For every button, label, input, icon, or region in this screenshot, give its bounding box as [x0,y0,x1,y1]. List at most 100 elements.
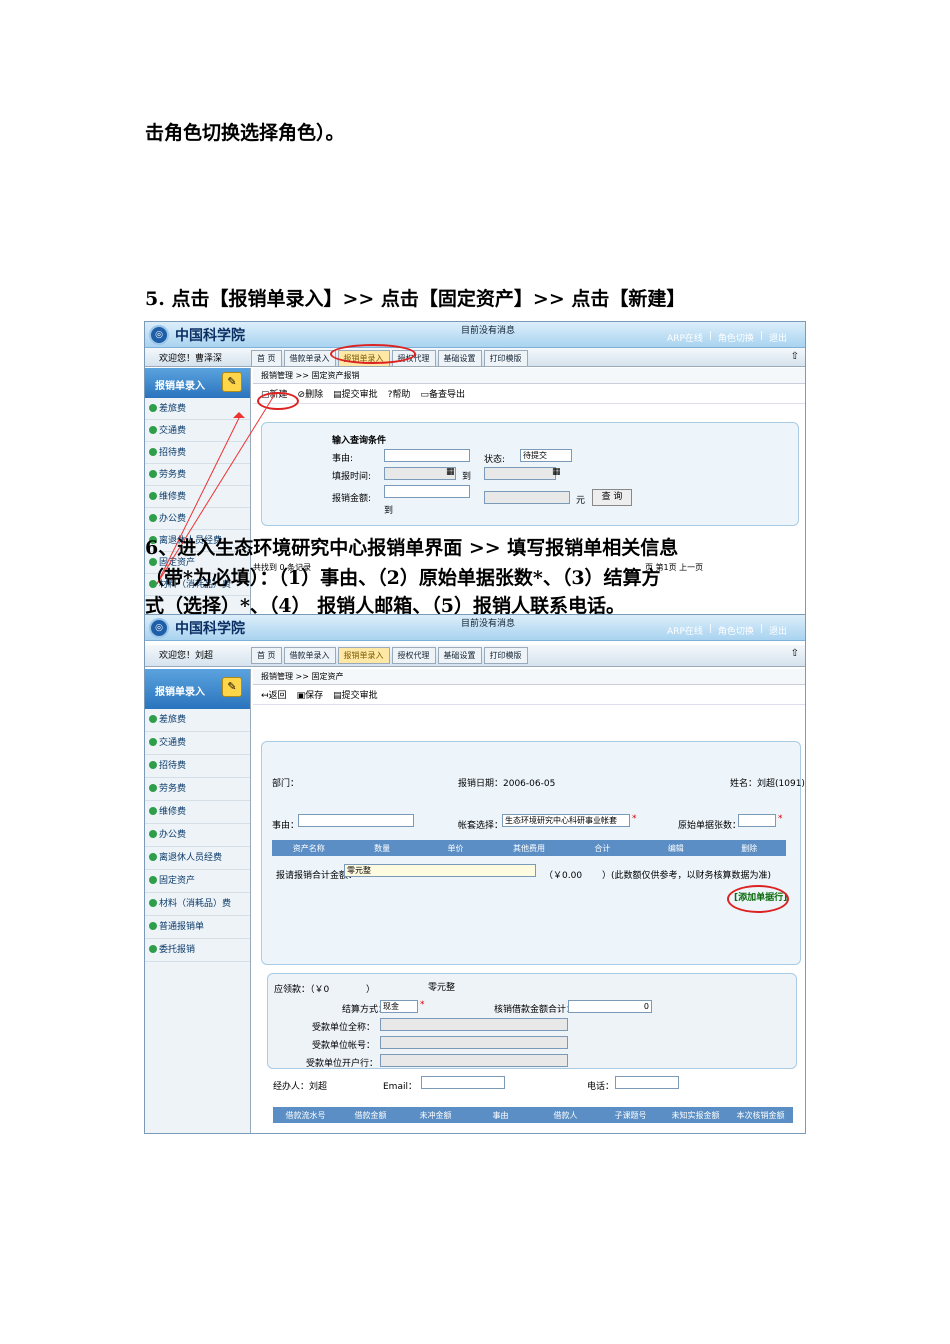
sidebar-item-travel[interactable]: 差旅费 [145,709,250,732]
doc-step-5: 5. 点击【报销单录入】>> 点击【固定资产】>> 点击【新建】 [145,288,686,310]
sidebar-item-label: 离退休人员经费 [159,853,223,863]
tab-delegate[interactable]: 授权代理 [391,647,436,664]
tab-print-template[interactable]: 打印模版 [483,647,528,664]
link-sep: | [708,624,712,634]
upload-arrow-icon[interactable]: ⇧ [791,648,799,659]
sidebar-item-label: 维修费 [159,807,187,817]
col-price: 单价 [447,843,464,853]
total-note: ）(此数额仅供参考，以财务核算数据为准) [602,871,772,881]
col-delete: 删除 [741,843,758,853]
save-button[interactable]: ▣保存 [297,688,324,701]
bullet-icon [149,922,157,930]
bullet-icon [149,761,157,769]
col-loan-no: 借款流水号 [285,1110,326,1120]
loan-total-label: 核销借款金额合计： [494,1005,576,1015]
sidebar: 报销单录入 ✎ 差旅费 交通费 招待费 劳务费 维修费 办公费 离退休人员经费 … [145,669,251,1133]
sidebar-item-hospitality[interactable]: 招待费 [145,755,250,778]
sidebar-item-label: 差旅费 [159,715,187,725]
payee-acct-input[interactable] [380,1036,568,1049]
sidebar-item-general[interactable]: 普通报销单 [145,916,250,939]
bullet-icon [149,899,157,907]
bullet-icon [149,807,157,815]
reason-input[interactable] [298,814,414,827]
col-unknown-actual: 未知实报金额 [671,1110,720,1120]
orig-count-input[interactable] [738,814,776,827]
bullet-icon [149,830,157,838]
ledger-select[interactable]: 生态环境研究中心科研事业帐套 [502,814,630,827]
sidebar-title: 报销单录入 [155,687,205,698]
phone-input[interactable] [615,1076,679,1089]
top-links: ARP在线 | 角色切换 | 退出 [667,624,787,637]
bullet-icon [149,715,157,723]
payee-bank-label: 受款单位开户行： [306,1059,379,1069]
loan-total-input: 0 [568,1000,652,1013]
dept-label: 部门： [272,779,300,789]
link-logout[interactable]: 退出 [769,624,787,637]
bullet-icon [149,784,157,792]
handler-label: 经办人：刘超 [273,1082,328,1092]
notepad-icon: ✎ [222,677,242,697]
nav-tabs: 首 页 借款单录入 报销单录入 授权代理 基础设置 打印模版 [251,647,528,664]
sidebar-item-labor[interactable]: 劳务费 [145,778,250,801]
payee-acct-label: 受款单位帐号： [312,1041,376,1051]
bullet-icon [149,945,157,953]
email-label: Email： [383,1082,417,1092]
link-arp[interactable]: ARP在线 [667,624,703,637]
total-num: （￥0.00 [544,871,583,881]
submit-icon: ▤ [333,691,342,701]
col-unsettled: 未冲金额 [419,1110,452,1120]
col-borrower: 借款人 [553,1110,578,1120]
ledger-label: 帐套选择： [458,821,504,831]
sidebar-item-label: 普通报销单 [159,922,205,932]
cas-seal-icon: ◎ [149,618,169,638]
required-mark: * [420,1000,425,1010]
tab-settings[interactable]: 基础设置 [437,647,482,664]
col-total: 合计 [594,843,611,853]
sidebar-item-label: 固定资产 [159,876,196,886]
nav-bar: 欢迎您！刘超 首 页 借款单录入 报销单录入 授权代理 基础设置 打印模版 ⇧ [145,645,805,667]
payable-words: 零元整 [428,983,456,993]
save-label: 保存 [305,691,324,701]
sidebar-item-repair[interactable]: 维修费 [145,801,250,824]
col-this-writeoff: 本次核销金额 [736,1110,785,1120]
sidebar-item-label: 材料（消耗品）费 [159,899,232,909]
sidebar-item-retiree[interactable]: 离退休人员经费 [145,847,250,870]
main-area: 报销管理 >> 固定资产 ↤返回 ▣保存 ▤提交审批 部门： 报销日期：2006… [253,669,805,1133]
sidebar-item-entrusted[interactable]: 委托报销 [145,939,250,962]
submit-approval-button[interactable]: ▤提交审批 [333,688,378,701]
tab-home[interactable]: 首 页 [251,647,282,664]
sidebar-item-fixed-asset[interactable]: 固定资产 [145,870,250,893]
payee-bank-input[interactable] [380,1054,568,1067]
tab-reimburse-entry[interactable]: 报销单录入 [337,647,390,664]
sidebar-header: 报销单录入 ✎ [145,669,250,709]
breadcrumb: 报销管理 >> 固定资产 [253,669,805,685]
back-button[interactable]: ↤返回 [261,688,287,701]
link-sep: | [759,624,763,634]
settle-select[interactable]: 现金 [380,1000,418,1013]
orig-count-label: 原始单据张数： [678,821,742,831]
toolbar: ↤返回 ▣保存 ▤提交审批 [253,685,805,705]
sidebar-item-label: 劳务费 [159,784,187,794]
logo-text: 中国科学院 [175,621,245,637]
payee-name-input[interactable] [380,1018,568,1031]
sidebar-item-transport[interactable]: 交通费 [145,732,250,755]
sidebar-item-label: 招待费 [159,761,187,771]
sidebar-item-office[interactable]: 办公费 [145,824,250,847]
payable-close: ） [366,985,376,995]
sidebar-item-label: 交通费 [159,738,187,748]
back-icon: ↤ [261,691,269,701]
name-label: 姓名：刘超(1091) [730,779,805,789]
bullet-icon [149,876,157,884]
loan-table-header: 借款流水号 借款金额 未冲金额 事由 借款人 子课题号 未知实报金额 本次核销金… [273,1107,793,1123]
link-role-switch[interactable]: 角色切换 [718,624,754,637]
save-icon: ▣ [296,691,306,701]
sidebar-item-materials[interactable]: 材料（消耗品）费 [145,893,250,916]
highlight-circle [727,885,789,913]
col-asset-name: 资产名称 [292,843,325,853]
required-mark: * [778,814,783,824]
top-bar: ◎ 中国科学院 目前没有消息 ARP在线 | 角色切换 | 退出 [145,615,805,641]
tab-loan-entry[interactable]: 借款单录入 [283,647,336,664]
required-mark: * [632,814,637,824]
email-input[interactable] [421,1076,505,1089]
col-reason: 事由 [492,1110,509,1120]
